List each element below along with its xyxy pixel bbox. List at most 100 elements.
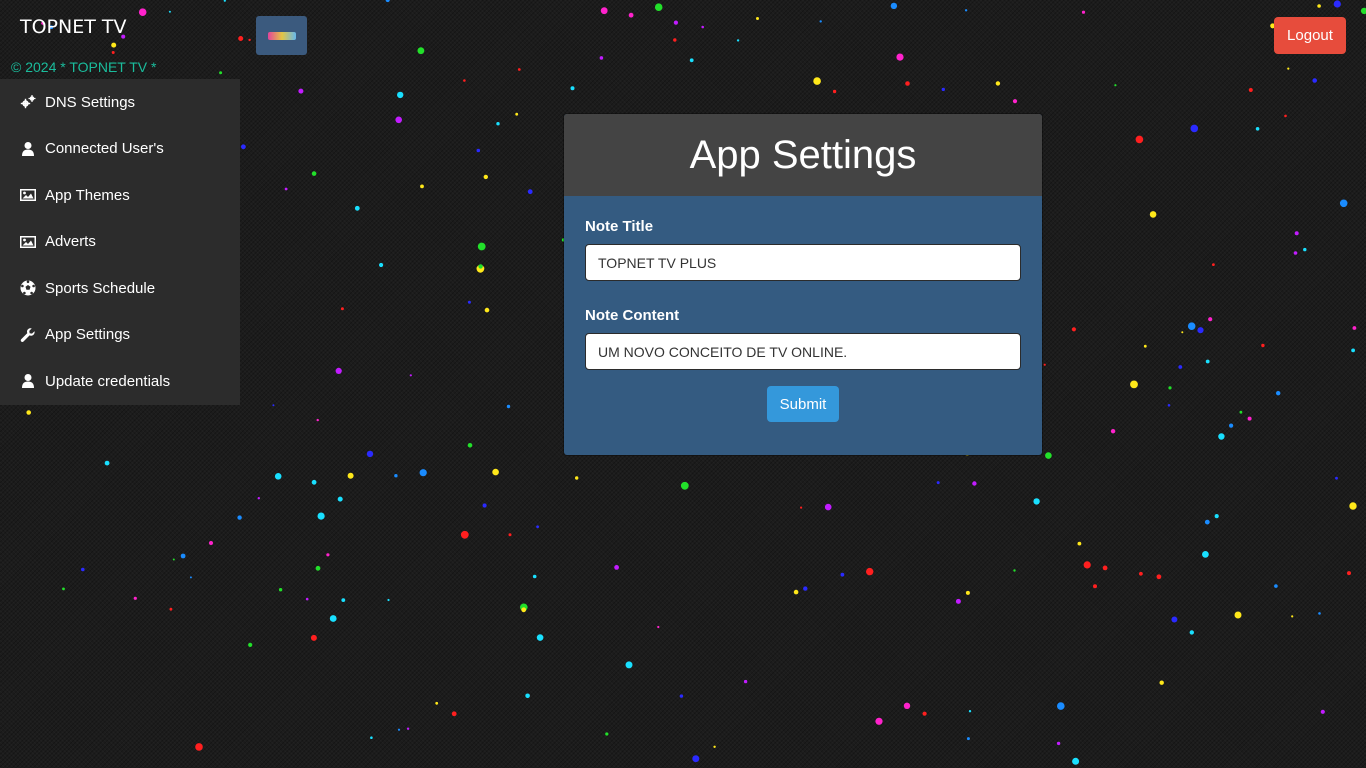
sidebar-item-update-credentials[interactable]: Update credentials (0, 358, 240, 405)
star-dot (1333, 0, 1341, 8)
star-dot (819, 20, 822, 23)
star-dot (964, 9, 968, 12)
submit-button[interactable]: Submit (767, 386, 839, 422)
star-dot (1261, 343, 1265, 348)
star-dot (311, 171, 317, 176)
star-dot (756, 17, 759, 20)
star-dot (341, 598, 346, 602)
star-dot (483, 174, 488, 180)
logout-button[interactable]: Logout (1274, 17, 1346, 54)
star-dot (680, 481, 689, 490)
star-dot (315, 565, 321, 571)
note-title-label: Note Title (585, 218, 654, 235)
star-dot (824, 503, 832, 511)
star-dot (1190, 124, 1199, 133)
app-settings-form: Note Title Note Content Submit (564, 196, 1042, 422)
star-dot (575, 476, 579, 480)
star-dot (689, 58, 694, 63)
star-dot (1135, 135, 1144, 144)
star-dot (1043, 363, 1046, 366)
star-dot (1255, 127, 1260, 131)
star-dot (111, 42, 117, 48)
star-dot (310, 634, 317, 641)
star-dot (1057, 702, 1065, 710)
sidebar-item-app-themes[interactable]: App Themes (0, 172, 240, 219)
star-dot (370, 736, 373, 739)
star-dot (1071, 327, 1076, 332)
star-dot (936, 481, 940, 485)
star-dot (1102, 565, 1108, 571)
star-dot (1284, 114, 1287, 118)
sidebar-menu: DNS Settings Connected User's App Themes… (0, 79, 240, 405)
star-dot (237, 515, 242, 520)
star-dot (138, 8, 147, 16)
star-dot (1077, 541, 1082, 546)
star-dot (1130, 380, 1138, 389)
sidebar-item-connected-users[interactable]: Connected User's (0, 126, 240, 173)
note-title-input[interactable] (585, 244, 1021, 281)
user-icon (20, 373, 36, 389)
soccer-ball-icon (20, 280, 36, 296)
star-dot (1293, 251, 1298, 255)
star-dot (274, 473, 282, 480)
star-dot (1276, 391, 1281, 396)
star-dot (1214, 514, 1219, 519)
topnet-logo[interactable] (256, 16, 307, 55)
star-dot (395, 116, 403, 124)
logo-mark-icon (267, 31, 296, 40)
star-dot (966, 737, 970, 741)
star-dot (326, 553, 330, 557)
star-dot (26, 410, 32, 415)
star-dot (1081, 10, 1086, 14)
star-dot (451, 711, 457, 717)
star-dot (1248, 88, 1253, 92)
star-dot (1171, 616, 1178, 623)
star-dot (1347, 571, 1351, 576)
star-dot (1318, 612, 1321, 615)
star-dot (209, 541, 213, 545)
star-dot (496, 122, 500, 126)
star-dot (1181, 331, 1184, 334)
star-dot (397, 728, 401, 731)
star-dot (570, 86, 575, 91)
star-dot (1178, 365, 1183, 369)
star-dot (1239, 410, 1243, 414)
sidebar-item-app-settings[interactable]: App Settings (0, 312, 240, 359)
note-content-input[interactable] (585, 333, 1021, 370)
sidebar-item-label: Sports Schedule (45, 279, 156, 297)
star-dot (1339, 199, 1348, 208)
star-dot (521, 607, 527, 613)
star-dot (1349, 502, 1357, 510)
star-dot (1287, 67, 1290, 70)
star-dot (1274, 584, 1278, 588)
star-dot (1093, 584, 1097, 589)
star-dot (81, 567, 85, 572)
sidebar-item-dns-settings[interactable]: DNS Settings (0, 79, 240, 126)
star-dot (692, 755, 700, 763)
sidebar-item-adverts[interactable]: Adverts (0, 219, 240, 266)
star-dot (803, 586, 808, 591)
star-dot (1083, 561, 1091, 569)
star-dot (1187, 322, 1196, 331)
star-dot (492, 468, 499, 476)
star-dot (657, 625, 660, 629)
sidebar-item-label: Connected User's (45, 140, 164, 158)
star-dot (968, 710, 972, 713)
sidebar-item-sports-schedule[interactable]: Sports Schedule (0, 265, 240, 312)
star-dot (525, 693, 530, 699)
star-dot (922, 711, 927, 716)
star-dot (995, 81, 1001, 86)
star-dot (298, 88, 304, 94)
star-dot (1335, 476, 1338, 480)
star-dot (625, 661, 633, 669)
star-dot (169, 607, 173, 611)
star-dot (1351, 348, 1355, 353)
star-dot (1205, 359, 1210, 364)
star-dot (406, 727, 410, 730)
star-dot (896, 53, 904, 61)
copyright-text: © 2024 * TOPNET TV * (11, 59, 157, 75)
star-dot (1312, 78, 1317, 83)
star-dot (419, 469, 427, 477)
sidebar-item-label: DNS Settings (45, 93, 136, 111)
star-dot (654, 3, 663, 12)
